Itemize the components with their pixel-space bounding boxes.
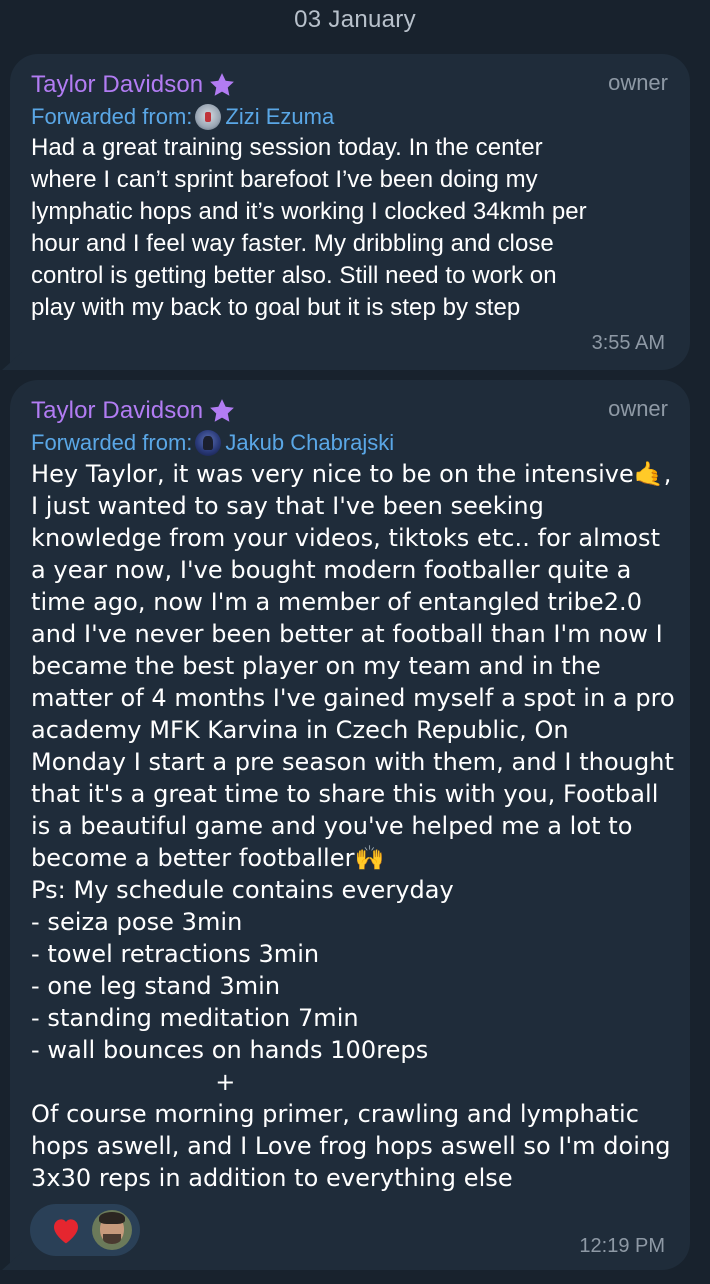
forwarded-label: Forwarded from: — [31, 430, 193, 455]
message-time: 3:55 AM — [591, 332, 665, 354]
owner-label: owner — [608, 396, 668, 421]
message-text: Hey Taylor, it was very nice to be on th… — [31, 460, 675, 1192]
avatar-beard — [103, 1234, 121, 1244]
avatar-hair — [99, 1212, 125, 1224]
message-bubble[interactable]: Taylor Davidson owner Forwarded from: Zi… — [2, 54, 690, 370]
star-icon — [210, 399, 235, 422]
heart-icon — [54, 1219, 78, 1244]
reaction-pill[interactable] — [30, 1204, 140, 1256]
forwarded-name[interactable]: Jakub Chabrajski — [225, 430, 394, 456]
forwarded-from-row[interactable]: Forwarded from: Zizi Ezuma — [31, 102, 334, 132]
forwarded-from-row[interactable]: Forwarded from: Jakub Chabrajski — [31, 428, 394, 458]
bubble-tail — [2, 1252, 22, 1270]
sender-row: Taylor Davidson — [31, 68, 237, 102]
sender-name[interactable]: Taylor Davidson — [31, 71, 203, 99]
forwarded-avatar[interactable] — [195, 430, 222, 456]
message-bubble[interactable]: Taylor Davidson owner Forwarded from: Ja… — [2, 380, 690, 1270]
sender-name[interactable]: Taylor Davidson — [31, 397, 203, 425]
message-time: 12:19 PM — [579, 1235, 665, 1257]
forwarded-label: Forwarded from: — [31, 104, 193, 129]
chat-screen: 03 January Taylor Davidson owner Forward… — [0, 0, 710, 1284]
owner-label: owner — [608, 70, 668, 95]
forwarded-avatar[interactable] — [195, 104, 222, 130]
message-text: Had a great training session today. In t… — [31, 134, 587, 321]
reactor-avatar[interactable] — [92, 1210, 132, 1250]
star-icon — [210, 73, 235, 96]
date-separator: 03 January — [294, 6, 416, 33]
bubble-tail — [2, 352, 22, 370]
sender-row: Taylor Davidson — [31, 394, 237, 428]
forwarded-name[interactable]: Zizi Ezuma — [225, 104, 334, 130]
